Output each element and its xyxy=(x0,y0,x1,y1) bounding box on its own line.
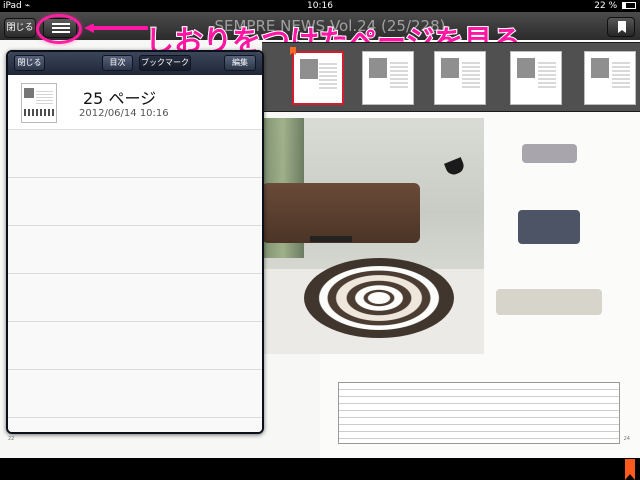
list-separator xyxy=(8,321,262,322)
battery-status: 22 % xyxy=(594,0,636,12)
bookmark-icon xyxy=(618,21,626,33)
thumbnail-page-25[interactable] xyxy=(292,51,344,105)
bottom-bar xyxy=(0,458,640,480)
list-separator xyxy=(8,225,262,226)
floor-lamp xyxy=(444,157,466,177)
bookmark-date: 2012/06/14 10:16 xyxy=(79,108,169,119)
brown-sofa xyxy=(262,183,420,243)
bookmark-tab[interactable]: ブックマーク xyxy=(139,55,191,71)
bookmark-list: 25 ページ 2012/06/14 10:16 xyxy=(8,75,262,432)
thumbnail-page[interactable] xyxy=(362,51,414,105)
status-time: 10:16 xyxy=(307,1,333,11)
thumbnail-photo xyxy=(24,88,34,98)
side-table xyxy=(310,236,352,242)
status-bar: iPad ⌁ 10:16 22 % xyxy=(0,0,640,12)
close-button[interactable]: 閉じる xyxy=(4,18,36,38)
left-page-number: 22 xyxy=(8,436,15,442)
battery-icon xyxy=(622,2,636,9)
edit-button[interactable]: 編集 xyxy=(224,55,256,71)
living-room-photo xyxy=(262,118,484,354)
product-bench-3 xyxy=(496,289,602,315)
add-bookmark-button[interactable] xyxy=(607,17,635,37)
circular-rug xyxy=(304,258,454,338)
bookmark-page-label: 25 ページ xyxy=(83,89,157,108)
thumbnail-page[interactable] xyxy=(434,51,486,105)
list-separator xyxy=(8,129,262,130)
product-bench-1 xyxy=(522,144,577,163)
thumbnail-table xyxy=(24,109,54,116)
right-page-number: 24 xyxy=(623,436,630,442)
annotation-arrow-icon xyxy=(84,24,148,33)
popover-header: 閉じる 目次 ブックマーク 編集 xyxy=(8,52,262,75)
page-thumbnail-strip[interactable] xyxy=(262,42,640,112)
list-separator xyxy=(8,177,262,178)
bookmark-popover: 閉じる 目次 ブックマーク 編集 25 ページ 2012/06/14 10:16 xyxy=(6,50,264,434)
thumbnail-page[interactable] xyxy=(584,51,636,105)
thumbnail-page[interactable] xyxy=(510,51,562,105)
popover-close-button[interactable]: 閉じる xyxy=(14,55,45,71)
annotation-circle xyxy=(36,14,82,44)
battery-percent: 22 % xyxy=(594,1,618,11)
thumbnail-text xyxy=(36,91,53,106)
list-separator xyxy=(8,369,262,370)
product-bench-2 xyxy=(518,210,580,244)
bookmark-page-thumbnail xyxy=(21,83,57,123)
toc-tab[interactable]: 目次 xyxy=(102,55,133,71)
list-separator xyxy=(8,417,262,418)
specification-table xyxy=(338,382,620,444)
bookmark-entry[interactable]: 25 ページ 2012/06/14 10:16 xyxy=(8,75,262,129)
list-separator xyxy=(8,273,262,274)
